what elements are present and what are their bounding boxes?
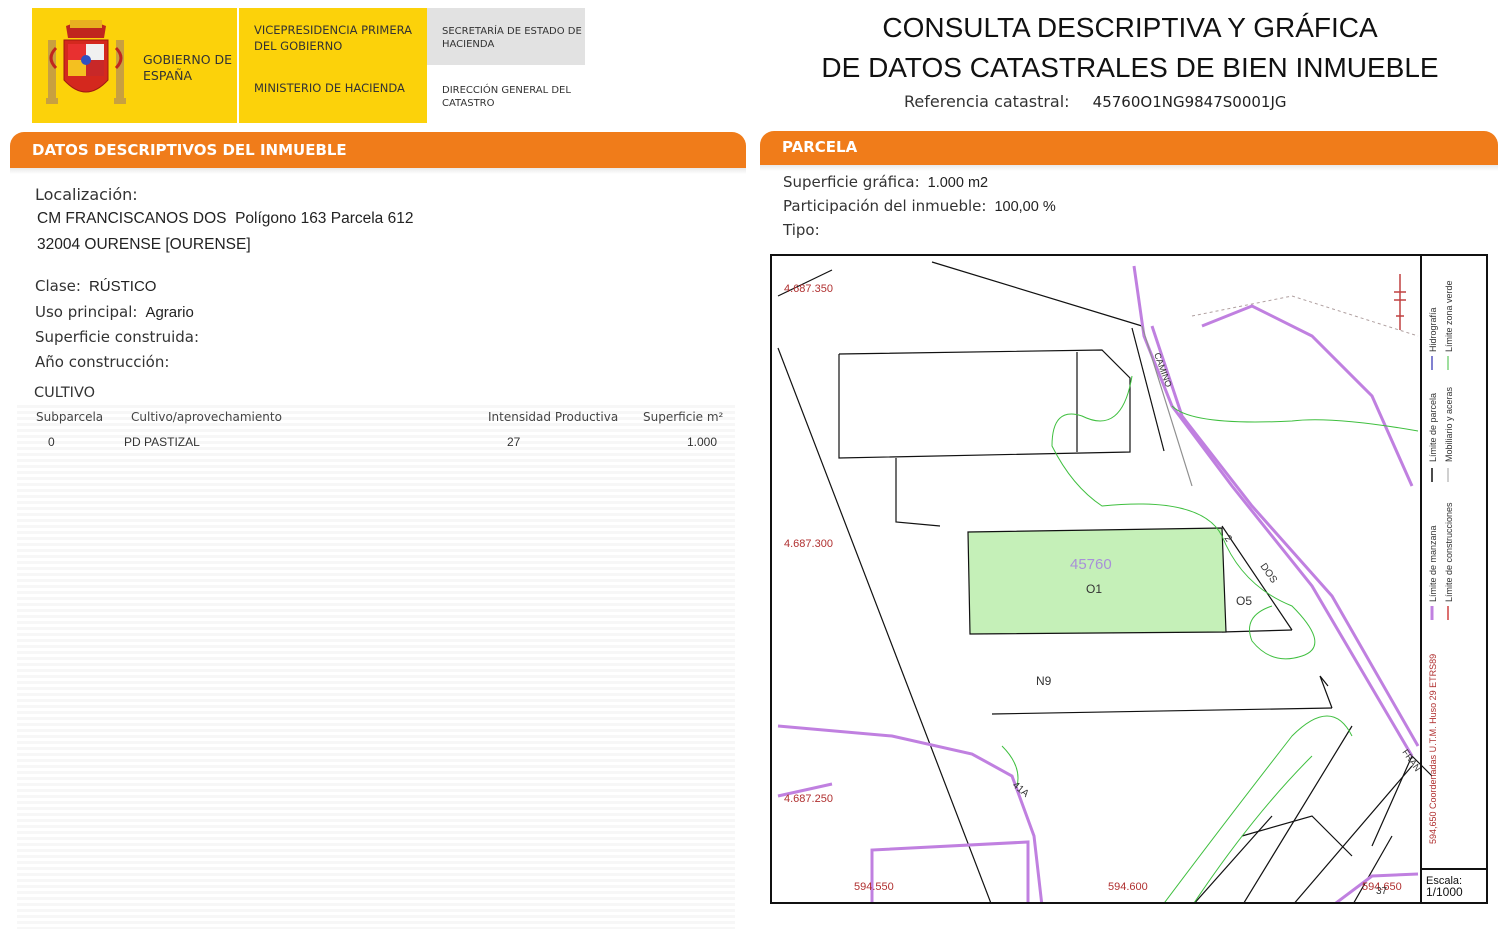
parcela-header: PARCELA: [760, 131, 1498, 171]
north-arrow-icon: [1394, 274, 1406, 330]
uso-label: Uso principal:: [35, 303, 138, 321]
anio-construccion-label: Año construcción:: [35, 353, 170, 371]
table-header-intensidad: Intensidad Productiva: [488, 410, 619, 424]
cultivo-title: CULTIVO: [34, 385, 96, 401]
legend-limite-manzana: Límite de manzana: [1428, 525, 1438, 602]
cultivo-table: [17, 405, 735, 929]
label-37: 37: [1376, 886, 1388, 897]
superficie-grafica-value: 1.000 m2: [927, 175, 989, 191]
table-cell-superficie: 1.000: [687, 435, 718, 449]
map-drawing: 4.687.350 4.687.300 4.687.250 594.550 59…: [777, 261, 1433, 902]
clase-value: RÚSTICO: [88, 278, 157, 295]
ref-label: Referencia catastral:: [904, 92, 1070, 111]
superficie-construida-label: Superficie construida:: [35, 328, 200, 346]
participacion-value: 100,00 %: [994, 199, 1056, 215]
map-boundary-road-1: [1132, 265, 1414, 757]
legend-coordenadas: 594,650 Coordenadas U.T.M. Huso 29 ETRS8…: [1428, 654, 1438, 844]
superficie-grafica-label: Superficie gráfica:: [783, 173, 920, 191]
scale-value: 1/1000: [1426, 885, 1463, 899]
coord-y2: 4.687.300: [784, 538, 833, 550]
ministerio-text: MINISTERIO DE HACIENDA: [254, 81, 405, 95]
uso-value: Agrario: [145, 304, 194, 321]
logo-divider: [237, 8, 239, 123]
coord-x1: 594.550: [854, 881, 894, 893]
superficie-grafica-field: Superficie gráfica: 1.000 m2: [783, 173, 988, 191]
tipo-label: Tipo:: [783, 221, 820, 239]
table-cell-subparcela: 0: [48, 435, 55, 449]
localizacion-label: Localización:: [35, 185, 138, 204]
street-dos: DOS: [1258, 561, 1280, 585]
legend-limite-construcciones: Límite de construcciones: [1444, 502, 1454, 602]
descriptivos-header: DATOS DESCRIPTIVOS DEL INMUEBLE: [10, 132, 746, 174]
label-n9: N9: [1036, 674, 1052, 688]
table-header-subparcela: Subparcela: [36, 410, 104, 424]
cadastral-map: 4.687.350 4.687.300 4.687.250 594.550 59…: [770, 254, 1488, 904]
map-scale: Escala: 1/1000: [1420, 868, 1486, 902]
map-block-top: [838, 349, 1131, 459]
clase-label: Clase:: [35, 277, 81, 295]
parcel-sub-label: O1: [1086, 582, 1102, 596]
table-header-cultivo: Cultivo/aprovechamiento: [131, 410, 282, 424]
parcel-number: 45760: [1070, 556, 1112, 573]
title-line-2: DE DATOS CATASTRALES DE BIEN INMUEBLE: [821, 52, 1439, 83]
coat-of-arms-icon: [46, 20, 126, 104]
street-2: 2: [1222, 533, 1234, 544]
vicepresidencia-text: VICEPRESIDENCIA PRIMERA DEL GOBIERNO: [254, 23, 413, 53]
direccion-text: DIRECCIÓN GENERAL DEL CATASTRO: [442, 85, 571, 109]
parcel-45760: [967, 527, 1227, 635]
map-line-diagonal: [777, 347, 992, 902]
map-legend: Límite de manzana Límite de parcela Hidr…: [1420, 256, 1454, 868]
map-boundary-box: [870, 840, 1030, 902]
table-cell-cultivo: PD PASTIZAL: [124, 435, 200, 449]
secretaria-text: SECRETARÍA DE ESTADO DE HACIENDA: [442, 26, 582, 50]
map-boundary-road-3: [1201, 304, 1414, 487]
gobierno-text: GOBIERNO DE ESPAÑA: [143, 52, 233, 83]
coord-x2: 594.600: [1108, 881, 1148, 893]
label-o5: O5: [1236, 594, 1252, 608]
clase-field: Clase: RÚSTICO: [35, 277, 156, 295]
table-header-superficie: Superficie m²: [643, 410, 724, 424]
map-boundary-bottom: [777, 724, 1044, 902]
ref-value: 45760O1NG9847S0001JG: [1092, 93, 1287, 111]
legend-limite-parcela: Límite de parcela: [1428, 393, 1438, 462]
map-green-line-3: [1164, 715, 1353, 902]
table-cell-intensidad: 27: [507, 435, 521, 449]
legend-mobiliario: Mobiliario y aceras: [1444, 386, 1454, 462]
coord-y3: 4.687.250: [784, 793, 833, 805]
coord-y1: 4.687.350: [784, 283, 833, 295]
referencia-catastral: Referencia catastral: 45760O1NG9847S0001…: [904, 92, 1287, 111]
legend-hidrografia: Hidrografía: [1428, 307, 1438, 352]
participacion-field: Participación del inmueble: 100,00 %: [783, 197, 1056, 215]
uso-field: Uso principal: Agrario: [35, 303, 194, 321]
localizacion-line-1: CM FRANCISCANOS DOS Polígono 163 Parcela…: [37, 210, 414, 227]
participacion-label: Participación del inmueble:: [783, 197, 987, 215]
legend-limite-zona-verde: Límite zona verde: [1444, 280, 1454, 352]
localizacion-line-2: 32004 OURENSE [OURENSE]: [37, 236, 251, 253]
title-line-1: CONSULTA DESCRIPTIVA Y GRÁFICA: [882, 12, 1378, 43]
page-title: CONSULTA DESCRIPTIVA Y GRÁFICA DE DATOS …: [790, 8, 1470, 88]
